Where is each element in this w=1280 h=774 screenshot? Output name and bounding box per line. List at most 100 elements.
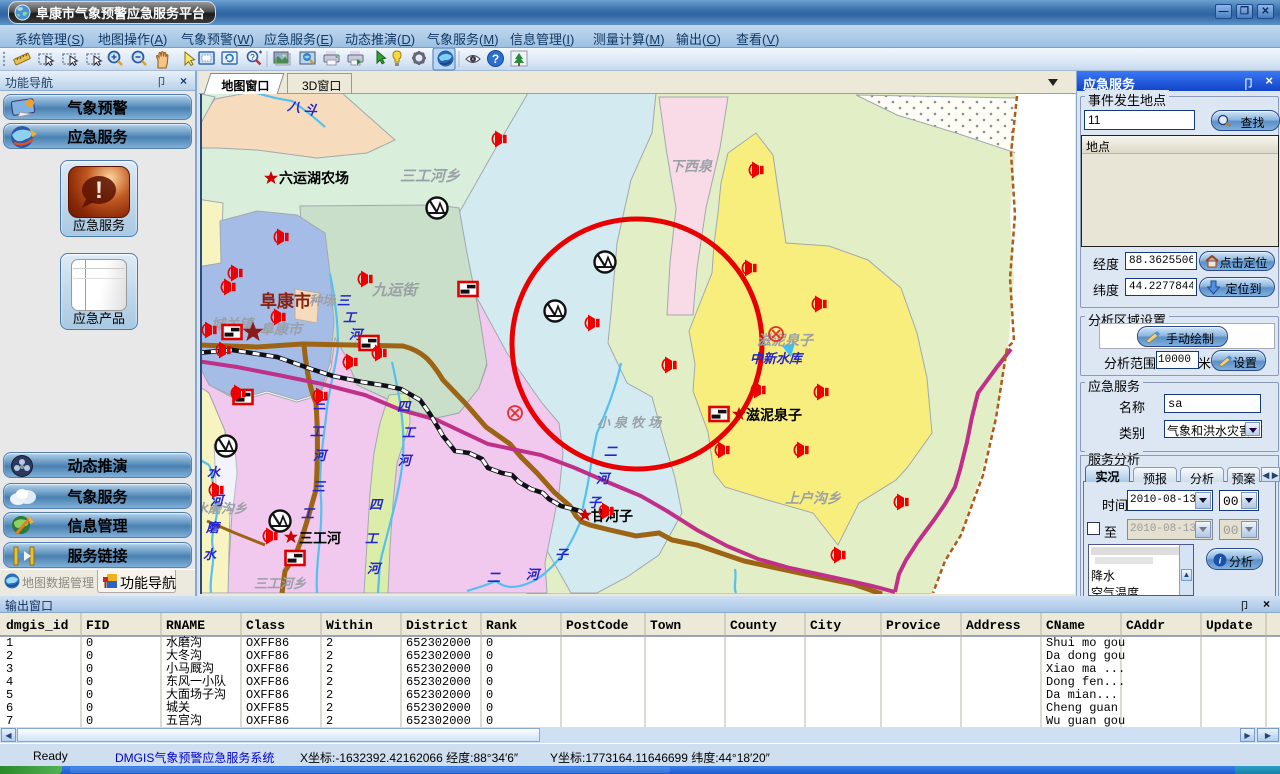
- svg-text:三: 三: [337, 293, 352, 308]
- svg-text:五宫沟: 五宫沟: [166, 712, 202, 727]
- svg-text:?: ?: [492, 52, 499, 66]
- svg-text:652302000: 652302000: [406, 636, 471, 650]
- svg-text:东风一小队: 东风一小队: [166, 673, 226, 688]
- svg-text:中新水库: 中新水库: [750, 351, 805, 366]
- svg-text:652302000: 652302000: [406, 649, 471, 663]
- svg-text:子: 子: [555, 547, 570, 562]
- svg-text:3: 3: [6, 662, 13, 676]
- svg-text:Da dong gou: Da dong gou: [1046, 649, 1125, 663]
- svg-text:城关: 城关: [166, 700, 190, 714]
- svg-text:PostCode: PostCode: [566, 618, 629, 633]
- svg-text:OXFF86: OXFF86: [246, 649, 289, 663]
- svg-text:二: 二: [604, 444, 618, 459]
- svg-text:Shui mo gou: Shui mo gou: [1046, 636, 1125, 650]
- svg-text:Rank: Rank: [486, 618, 517, 633]
- svg-text:2: 2: [326, 701, 333, 715]
- svg-text:小泉牧场: 小泉牧场: [597, 415, 665, 430]
- svg-text:水磨沟乡: 水磨沟乡: [200, 501, 248, 516]
- svg-text:652302000: 652302000: [406, 662, 471, 676]
- svg-text:四: 四: [397, 399, 412, 414]
- svg-text:水: 水: [203, 547, 217, 562]
- svg-text:Xiao ma ...: Xiao ma ...: [1046, 662, 1125, 676]
- svg-text:2: 2: [326, 675, 333, 689]
- svg-text:652302000: 652302000: [406, 701, 471, 715]
- svg-text:4: 4: [6, 675, 13, 689]
- svg-text:0: 0: [86, 662, 93, 676]
- svg-text:OXFF86: OXFF86: [246, 714, 289, 727]
- svg-text:OXFF86: OXFF86: [246, 675, 289, 689]
- svg-text:四: 四: [369, 497, 384, 512]
- svg-text:Within: Within: [326, 618, 373, 633]
- svg-text:!: !: [95, 177, 103, 204]
- svg-text:5: 5: [6, 688, 13, 702]
- svg-text:0: 0: [486, 675, 493, 689]
- svg-text:工: 工: [343, 310, 358, 325]
- svg-text:0: 0: [486, 636, 493, 650]
- svg-text:District: District: [406, 618, 468, 633]
- svg-text:2: 2: [326, 662, 333, 676]
- svg-text:阜康市: 阜康市: [260, 291, 311, 311]
- svg-text:0: 0: [86, 649, 93, 663]
- svg-text:Address: Address: [966, 618, 1021, 633]
- svg-text:工: 工: [365, 531, 380, 546]
- svg-text:County: County: [730, 618, 777, 633]
- svg-text:6: 6: [6, 701, 13, 715]
- svg-text:2: 2: [6, 649, 13, 663]
- svg-text:工: 工: [310, 424, 325, 439]
- svg-text:RNAME: RNAME: [166, 618, 205, 633]
- svg-text:0: 0: [486, 701, 493, 715]
- svg-text:2: 2: [326, 636, 333, 650]
- svg-text:滋泥泉子: 滋泥泉子: [757, 332, 815, 348]
- svg-text:Cheng guan: Cheng guan: [1046, 701, 1118, 715]
- svg-text:滋泥泉子: 滋泥泉子: [746, 407, 802, 423]
- svg-text:大冬沟: 大冬沟: [166, 647, 202, 662]
- svg-text:0: 0: [86, 714, 93, 727]
- svg-text:0: 0: [86, 675, 93, 689]
- svg-text:OXFF86: OXFF86: [246, 688, 289, 702]
- svg-text:三工河乡: 三工河乡: [254, 576, 307, 591]
- svg-text:小马厩沟: 小马厩沟: [166, 661, 214, 675]
- svg-text:0: 0: [86, 688, 93, 702]
- svg-text:0: 0: [86, 636, 93, 650]
- svg-text:1: 1: [6, 636, 13, 650]
- svg-text:Dong fen...: Dong fen...: [1046, 675, 1125, 689]
- svg-text:种场: 种场: [309, 293, 337, 308]
- svg-text:Class: Class: [246, 618, 285, 633]
- svg-text:Town: Town: [650, 618, 681, 633]
- svg-text:Wu guan gou: Wu guan gou: [1046, 714, 1125, 727]
- svg-text:二: 二: [487, 570, 501, 585]
- svg-text:上户沟乡: 上户沟乡: [785, 490, 842, 506]
- svg-text:大面场子沟: 大面场子沟: [166, 687, 226, 701]
- svg-text:九运街: 九运街: [371, 282, 420, 299]
- svg-text:三: 三: [312, 479, 327, 494]
- svg-text:2: 2: [326, 688, 333, 702]
- svg-text:652302000: 652302000: [406, 675, 471, 689]
- svg-text:City: City: [810, 618, 841, 633]
- svg-text:三工河乡: 三工河乡: [400, 168, 461, 185]
- svg-text:下西泉: 下西泉: [670, 158, 713, 174]
- svg-text:0: 0: [486, 662, 493, 676]
- svg-text:2: 2: [326, 714, 333, 727]
- svg-text:CName: CName: [1046, 618, 1085, 633]
- svg-text:OXFF86: OXFF86: [246, 662, 289, 676]
- svg-text:Provice: Provice: [886, 618, 941, 633]
- svg-text:0: 0: [486, 714, 493, 727]
- svg-text:CAddr: CAddr: [1126, 618, 1165, 633]
- svg-text:652302000: 652302000: [406, 688, 471, 702]
- svg-text:Da mian...: Da mian...: [1046, 688, 1118, 702]
- svg-text:2: 2: [326, 649, 333, 663]
- svg-text:OXFF86: OXFF86: [246, 636, 289, 650]
- svg-text:dmgis_id: dmgis_id: [6, 618, 68, 633]
- svg-text:?: ?: [250, 53, 255, 62]
- svg-text:FID: FID: [86, 618, 110, 633]
- svg-text:工: 工: [402, 425, 417, 440]
- svg-text:OXFF85: OXFF85: [246, 701, 289, 715]
- svg-text:0: 0: [86, 701, 93, 715]
- svg-text:阜康市: 阜康市: [260, 321, 305, 337]
- svg-text:0: 0: [486, 688, 493, 702]
- svg-text:三工河: 三工河: [299, 530, 341, 546]
- svg-text:652302000: 652302000: [406, 714, 471, 727]
- svg-text:工: 工: [301, 506, 316, 521]
- svg-text:0: 0: [486, 649, 493, 663]
- svg-text:Update: Update: [1206, 618, 1253, 633]
